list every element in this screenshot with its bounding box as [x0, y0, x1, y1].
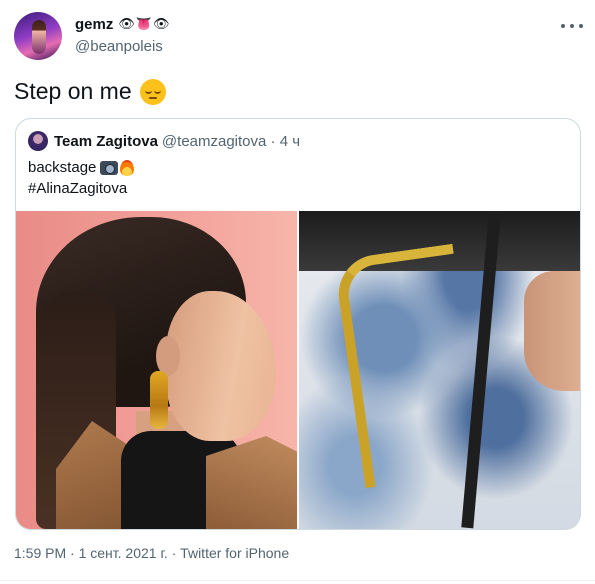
quoted-handle-time: @teamzagitova · 4 ч [161, 132, 301, 150]
quoted-header: Team Zagitova @teamzagitova · 4 ч [28, 131, 300, 151]
quoted-line-1: backstage [28, 157, 135, 178]
quoted-hashtag-text[interactable]: #AlinaZagitova [28, 178, 127, 199]
pensive-face-icon [139, 78, 166, 105]
quoted-display-name: Team Zagitova [54, 132, 158, 150]
earring [150, 371, 168, 429]
author-name-row[interactable]: gemz 👁👅👁 [75, 15, 171, 33]
author-handle[interactable]: @beanpoleis [75, 38, 163, 55]
quoted-media [16, 211, 580, 529]
divider [0, 580, 595, 581]
quoted-tweet[interactable]: Team Zagitova @teamzagitova · 4 ч backst… [15, 118, 581, 530]
author-display-name[interactable]: gemz [75, 16, 113, 33]
name-emoji: 👁👅👁 [118, 16, 171, 31]
quoted-body: backstage #AlinaZagitova [28, 157, 135, 199]
tweet-text-content: Step on me [14, 78, 132, 104]
tweet-text: Step on me [14, 78, 166, 105]
tweet-meta[interactable]: 1:59 PM · 1 сент. 2021 г. · Twitter for … [14, 545, 289, 561]
author-avatar[interactable] [14, 12, 62, 60]
photo-right-shirt-chain[interactable] [299, 211, 580, 529]
quoted-hashtag[interactable]: #AlinaZagitova [28, 178, 134, 199]
camera-icon [100, 160, 119, 175]
hand [524, 271, 580, 391]
face [166, 291, 276, 441]
fire-icon [120, 159, 135, 176]
avatar-figure [32, 20, 46, 54]
more-options-icon[interactable] [561, 18, 583, 34]
quoted-line-1-text: backstage [28, 159, 97, 176]
quoted-avatar [28, 131, 48, 151]
photo-left-portrait[interactable] [16, 211, 297, 529]
ear [156, 336, 180, 376]
